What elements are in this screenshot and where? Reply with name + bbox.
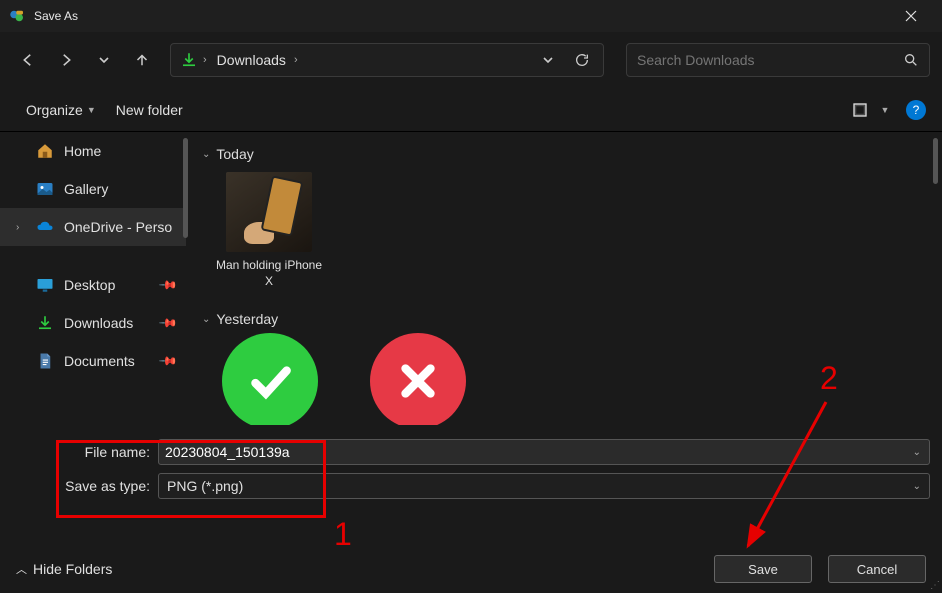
forward-button[interactable] [50,44,82,76]
navigation-pane: Home Gallery › OneDrive - Perso Desktop … [0,132,186,425]
sidebar-item-home[interactable]: Home [0,132,186,170]
chevron-up-icon: ︿ [16,561,27,577]
recent-dropdown[interactable] [88,44,120,76]
filetype-label: Save as type: [12,478,158,494]
chevron-down-icon: ⌄ [913,481,921,492]
filename-field-wrap[interactable]: ⌄ [158,439,930,465]
new-folder-label: New folder [116,102,183,118]
save-button[interactable]: Save [714,555,812,583]
address-dropdown[interactable] [531,45,565,75]
chevron-down-icon[interactable]: ⌄ [911,447,923,458]
hide-folders-toggle[interactable]: ︿ Hide Folders [16,561,112,577]
view-dropdown[interactable]: ▼ [876,94,894,126]
content-scrollbar[interactable] [933,138,938,184]
app-icon [8,7,26,25]
sidebar-item-desktop[interactable]: Desktop 📌 [0,266,186,304]
sidebar-label: Downloads [64,315,133,331]
filetype-select[interactable]: PNG (*.png) ⌄ [158,473,930,499]
chevron-down-icon: ⌄ [202,149,210,160]
window-title: Save As [34,9,888,23]
gallery-icon [36,180,54,198]
sidebar-item-onedrive[interactable]: › OneDrive - Perso [0,208,186,246]
organize-menu[interactable]: Organize ▼ [16,96,106,124]
group-label: Today [216,146,253,162]
file-list: ⌄ Today Man holding iPhone X ⌄ Yesterday [186,132,942,425]
file-item[interactable]: Man holding iPhone X [214,172,324,289]
chevron-down-icon: ▼ [881,105,890,115]
chevron-down-icon: ▼ [87,105,96,115]
view-mode-button[interactable] [844,94,876,126]
resize-grip[interactable]: ⋰ [930,580,940,591]
downloads-icon [36,314,54,332]
hide-folders-label: Hide Folders [33,561,112,577]
desktop-icon [36,276,54,294]
sidebar-label: Gallery [64,181,108,197]
title-bar: Save As [0,0,942,32]
refresh-button[interactable] [565,45,599,75]
chevron-down-icon: ⌄ [202,314,210,325]
address-bar[interactable]: › Downloads › [170,43,604,77]
command-bar: Organize ▼ New folder ▼ ? [0,88,942,132]
downloads-location-icon [175,46,203,74]
breadcrumb[interactable]: Downloads › [207,52,531,68]
search-input[interactable] [637,52,903,68]
new-folder-button[interactable]: New folder [106,96,193,124]
sidebar-label: Home [64,143,101,159]
group-header-today[interactable]: ⌄ Today [202,140,926,172]
main-panel: Home Gallery › OneDrive - Perso Desktop … [0,132,942,425]
up-button[interactable] [126,44,158,76]
close-button[interactable] [888,0,934,32]
pin-icon: 📌 [158,275,178,295]
sidebar-label: Desktop [64,277,115,293]
navigation-bar: › Downloads › [0,32,942,88]
organize-label: Organize [26,102,83,118]
chevron-right-icon[interactable]: › [16,222,19,233]
cancel-button[interactable]: Cancel [828,555,926,583]
breadcrumb-current[interactable]: Downloads [217,52,286,68]
onedrive-icon [36,218,54,236]
dialog-footer: ︿ Hide Folders Save Cancel [0,545,942,593]
filename-input[interactable] [165,444,911,460]
sidebar-item-downloads[interactable]: Downloads 📌 [0,304,186,342]
file-item[interactable] [370,333,466,425]
sidebar-item-documents[interactable]: Documents 📌 [0,342,186,380]
search-box[interactable] [626,43,930,77]
group-header-yesterday[interactable]: ⌄ Yesterday [202,305,926,337]
filetype-value: PNG (*.png) [167,478,243,494]
filename-label: File name: [12,444,158,460]
file-thumbnail [226,172,312,252]
pin-icon: 📌 [158,351,178,371]
sidebar-label: OneDrive - Perso [64,219,172,235]
file-item[interactable] [222,333,318,425]
home-icon [36,142,54,160]
pin-icon: 📌 [158,313,178,333]
help-button[interactable]: ? [906,100,926,120]
back-button[interactable] [12,44,44,76]
search-icon [903,52,919,68]
save-form: File name: ⌄ Save as type: PNG (*.png) ⌄ [0,425,942,513]
documents-icon [36,352,54,370]
chevron-right-icon: › [294,54,298,66]
group-label: Yesterday [216,311,278,327]
file-name: Man holding iPhone X [214,258,324,289]
sidebar-label: Documents [64,353,135,369]
sidebar-item-gallery[interactable]: Gallery [0,170,186,208]
